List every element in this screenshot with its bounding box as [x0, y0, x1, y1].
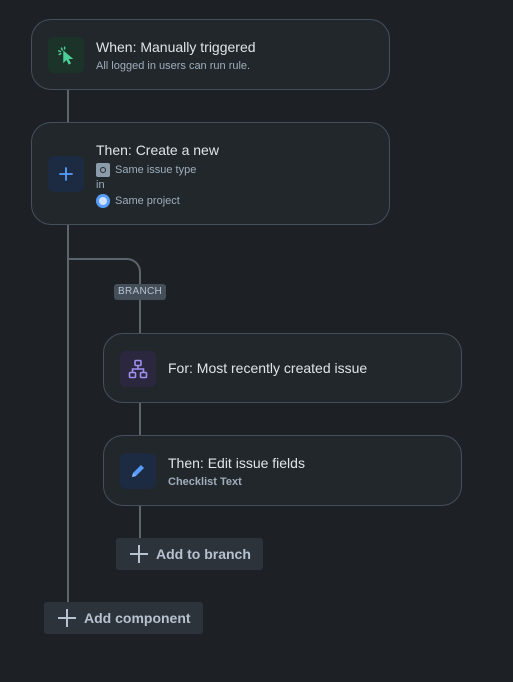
trigger-icon-tile: [48, 37, 84, 73]
issue-type-row: Same issue type: [96, 163, 196, 177]
branch-label: BRANCH: [114, 284, 167, 300]
trigger-title: When: Manually triggered: [96, 39, 256, 55]
issue-type-icon: [96, 163, 110, 177]
create-title: Then: Create a new: [96, 142, 219, 158]
branch-hierarchy-icon: [128, 359, 148, 379]
cursor-click-icon: [57, 46, 74, 65]
add-component-label: Add component: [84, 610, 191, 626]
add-to-branch-label: Add to branch: [156, 546, 251, 562]
edit-fields-card[interactable]: Then: Edit issue fields Checklist Text: [103, 435, 462, 506]
connector-edit-to-add: [139, 505, 141, 539]
connector-branch-curve: [68, 258, 141, 284]
pencil-icon: [132, 465, 144, 477]
connector-for-to-edit: [139, 402, 141, 436]
add-component-button[interactable]: Add component: [44, 602, 203, 634]
project-avatar-icon: [96, 194, 110, 208]
edit-title: Then: Edit issue fields: [168, 455, 305, 471]
issue-type-value: Same issue type: [115, 164, 197, 176]
edit-detail: Checklist Text: [168, 476, 242, 488]
plus-icon: [58, 609, 76, 627]
connector-branch-to-for: [139, 300, 141, 334]
connector-trigger-to-action: [67, 89, 69, 123]
plus-icon: [59, 167, 73, 181]
project-row: Same project: [96, 194, 180, 208]
connector-word: in: [96, 179, 105, 191]
edit-icon-tile: [120, 453, 156, 489]
for-icon-tile: [120, 351, 156, 387]
add-to-branch-button[interactable]: Add to branch: [116, 538, 263, 570]
project-value: Same project: [115, 195, 180, 207]
create-issue-card[interactable]: Then: Create a new Same issue type in Sa…: [31, 122, 390, 225]
rule-canvas: When: Manually triggered All logged in u…: [0, 0, 513, 682]
trigger-card[interactable]: When: Manually triggered All logged in u…: [31, 19, 390, 90]
trigger-subtitle: All logged in users can run rule.: [96, 60, 251, 72]
branch-for-card[interactable]: For: Most recently created issue: [103, 333, 462, 403]
for-title: For: Most recently created issue: [168, 360, 368, 376]
plus-icon: [130, 545, 148, 563]
create-icon-tile: [48, 156, 84, 192]
